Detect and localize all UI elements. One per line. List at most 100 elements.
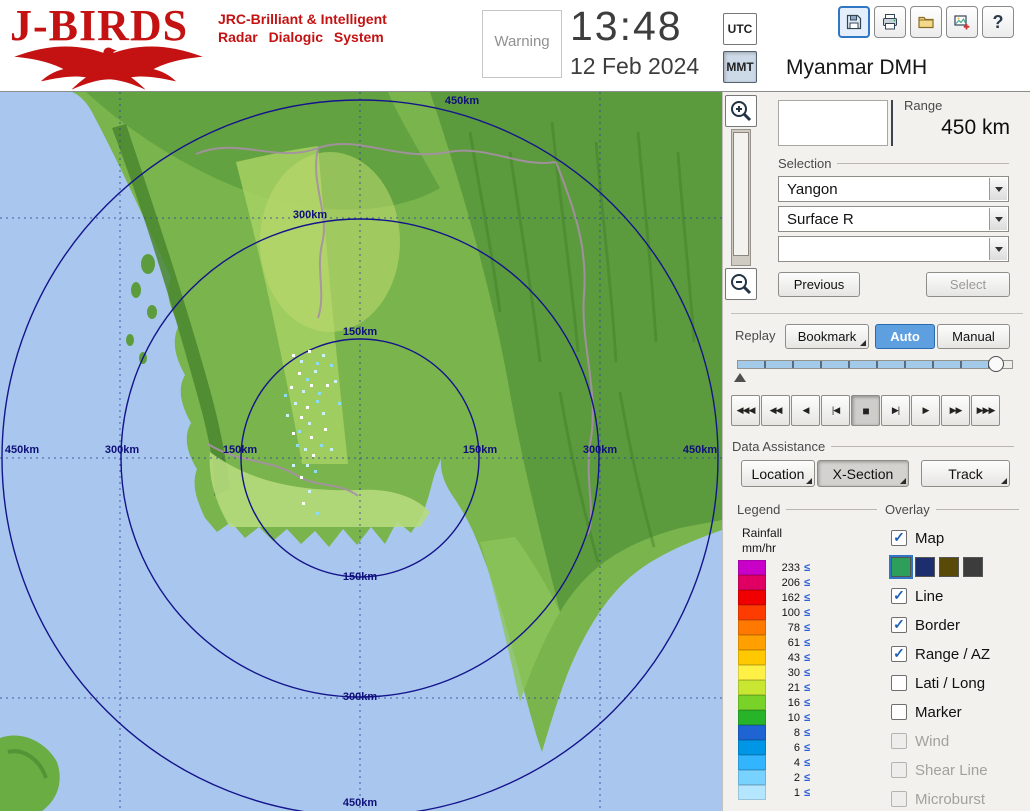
map-style-swatch-olive[interactable] — [939, 557, 959, 577]
legend-value: 6 — [766, 742, 800, 754]
map-style-swatch-navy[interactable] — [915, 557, 935, 577]
legend-color-swatch — [738, 695, 766, 710]
zoom-in-button[interactable] — [725, 95, 757, 127]
overlay-options: Map Line Border Range / AZ — [891, 530, 990, 811]
legend-section-label: Legend — [737, 502, 780, 517]
section-rule — [837, 163, 1009, 164]
checkbox-line[interactable] — [891, 588, 907, 604]
replay-section-label: Replay — [735, 328, 775, 343]
open-folder-button[interactable] — [910, 6, 942, 38]
zoom-out-button[interactable] — [725, 268, 757, 300]
overlay-item-border[interactable]: Border — [891, 617, 990, 633]
overlay-item-label: Range / AZ — [915, 646, 990, 663]
checkbox-marker[interactable] — [891, 704, 907, 720]
chevron-down-icon[interactable] — [989, 208, 1007, 230]
replay-timeline-slider[interactable] — [737, 360, 1013, 369]
previous-button[interactable]: Previous — [778, 272, 860, 297]
legend-value: 8 — [766, 727, 800, 739]
echo-cell — [306, 378, 309, 381]
legend-value: 162 — [766, 592, 800, 604]
auto-mode-button[interactable]: Auto — [875, 324, 935, 349]
clock-date: 12 Feb 2024 — [570, 53, 699, 80]
legend-row: 6≤ — [738, 740, 810, 755]
overlay-item-label: Lati / Long — [915, 675, 985, 692]
legend-leq-symbol: ≤ — [804, 682, 810, 694]
overlay-item-line[interactable]: Line — [891, 588, 990, 604]
step-forward-button[interactable]: ▶| — [881, 395, 910, 426]
zoom-scrollbar-thumb[interactable] — [733, 132, 749, 256]
legend-color-swatch — [738, 605, 766, 620]
fast-rewind-button[interactable]: ◀◀ — [761, 395, 790, 426]
map-style-swatch-gray[interactable] — [963, 557, 983, 577]
legend-row: 162≤ — [738, 590, 810, 605]
legend-row: 4≤ — [738, 755, 810, 770]
mmt-toggle-button[interactable]: MMT — [723, 51, 757, 83]
checkbox-border[interactable] — [891, 617, 907, 633]
legend-color-swatch — [738, 785, 766, 800]
echo-cell — [308, 490, 311, 493]
xsection-button[interactable]: X-Section — [817, 460, 909, 487]
help-button[interactable]: ? — [982, 6, 1014, 38]
product-combo[interactable]: Surface R — [778, 206, 1009, 232]
bookmark-button[interactable]: Bookmark — [785, 324, 869, 349]
overlay-item-label: Marker — [915, 704, 962, 721]
track-button[interactable]: Track — [921, 460, 1010, 487]
forward-to-end-button[interactable]: ▶▶▶ — [971, 395, 1000, 426]
ring-label: 150km — [343, 326, 377, 338]
echo-cell — [292, 464, 295, 467]
echo-cell — [314, 370, 317, 373]
ring-label: 300km — [343, 691, 377, 703]
legend-color-swatch — [738, 650, 766, 665]
stop-button[interactable]: ■ — [851, 395, 880, 426]
checkbox-map[interactable] — [891, 530, 907, 546]
legend-color-swatch — [738, 575, 766, 590]
chevron-down-icon[interactable] — [989, 238, 1007, 260]
play-button[interactable]: ▶ — [911, 395, 940, 426]
checkbox-lati-long[interactable] — [891, 675, 907, 691]
overlay-item-map[interactable]: Map — [891, 530, 990, 546]
echo-cell — [296, 444, 299, 447]
echo-cell — [300, 416, 303, 419]
legend-leq-symbol: ≤ — [804, 637, 810, 649]
legend-value: 61 — [766, 637, 800, 649]
save-button[interactable] — [838, 6, 870, 38]
option-combo[interactable] — [778, 236, 1009, 262]
slider-thumb[interactable] — [988, 356, 1004, 372]
echo-cell — [322, 354, 325, 357]
overlay-item-lati-long[interactable]: Lati / Long — [891, 675, 990, 691]
control-panel: Range 450 km Selection Yangon Surface R … — [722, 92, 1030, 811]
range-value: 450 km — [941, 116, 1010, 140]
location-button[interactable]: Location — [741, 460, 815, 487]
checkbox-microburst — [891, 791, 907, 807]
zoom-scrollbar[interactable] — [731, 129, 751, 266]
legend-color-swatch — [738, 635, 766, 650]
overlay-item-range-az[interactable]: Range / AZ — [891, 646, 990, 662]
radar-map-view[interactable]: 450km 300km 150km 450km 300km 150km 150k… — [0, 92, 722, 811]
legend-color-swatch — [738, 665, 766, 680]
rewind-to-start-button[interactable]: ◀◀◀ — [731, 395, 760, 426]
header-bar: J-BIRDS JRC-Brilliant & Intelligent Rada… — [0, 0, 1030, 92]
print-button[interactable] — [874, 6, 906, 38]
slider-start-marker-icon — [734, 373, 746, 382]
ring-label: 300km — [105, 444, 139, 456]
overlay-item-marker[interactable]: Marker — [891, 704, 990, 720]
overlay-item-microburst: Microburst — [891, 791, 990, 807]
legend-row: 10≤ — [738, 710, 810, 725]
magnifier-plus-icon — [729, 99, 753, 123]
printer-icon — [881, 13, 899, 31]
step-back-button[interactable]: |◀ — [821, 395, 850, 426]
station-title: Myanmar DMH — [786, 56, 927, 80]
map-style-swatch-green[interactable] — [891, 557, 911, 577]
manual-mode-button[interactable]: Manual — [937, 324, 1010, 349]
capture-image-button[interactable] — [946, 6, 978, 38]
range-label: Range — [904, 98, 942, 113]
site-combo[interactable]: Yangon — [778, 176, 1009, 202]
overlay-item-label: Wind — [915, 733, 949, 750]
fast-forward-button[interactable]: ▶▶ — [941, 395, 970, 426]
checkbox-range-az[interactable] — [891, 646, 907, 662]
chevron-down-icon[interactable] — [989, 178, 1007, 200]
echo-cell — [302, 390, 305, 393]
utc-toggle-button[interactable]: UTC — [723, 13, 757, 45]
warning-label: Warning — [494, 33, 549, 50]
play-reverse-button[interactable]: ◀ — [791, 395, 820, 426]
